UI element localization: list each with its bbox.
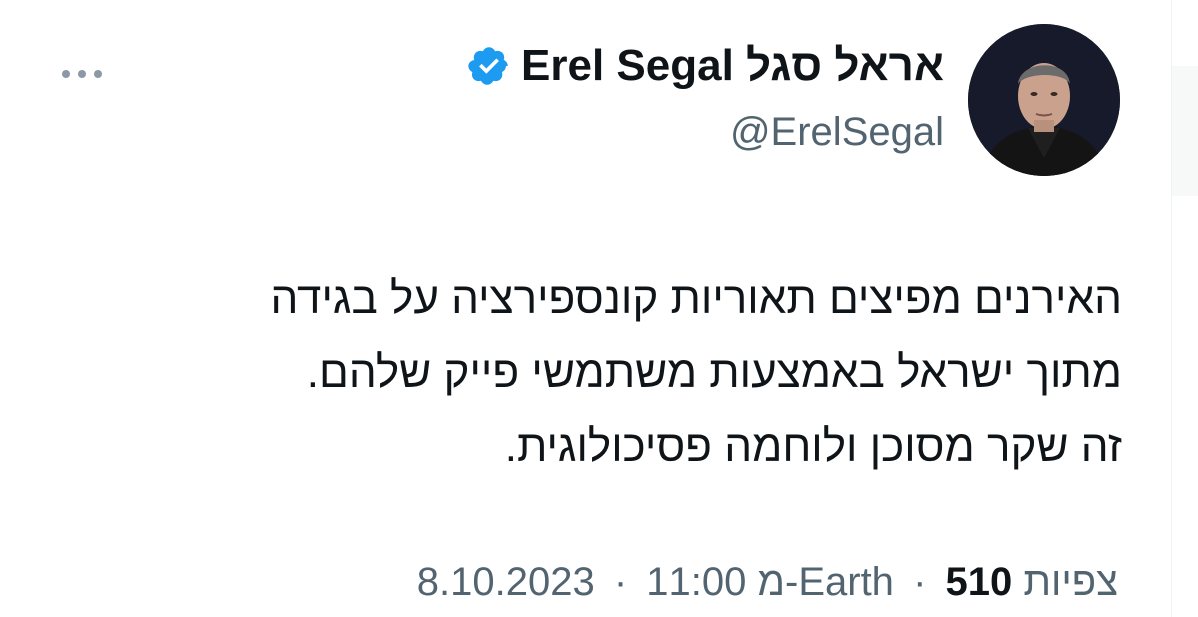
more-options-button[interactable] [62, 64, 102, 84]
tweet-text-line: מתוך ישראל באמצעות משתמשי פייק שלהם. [306, 348, 1122, 397]
more-dots-icon [94, 70, 102, 78]
avatar[interactable] [968, 24, 1120, 176]
more-dots-icon [62, 70, 70, 78]
side-panel-edge [1172, 66, 1198, 196]
views-label: צפיות [1023, 560, 1118, 604]
meta-separator: · [913, 560, 927, 604]
side-column-edge [1171, 0, 1198, 617]
tweet-time[interactable]: 11:00 מ-Earth [646, 560, 894, 604]
tweet-text: האירנים מפיצים תאוריות קונספירציה על בגי… [102, 262, 1122, 484]
avatar-photo [968, 24, 1120, 176]
meta-separator: · [613, 560, 628, 604]
author-handle[interactable]: @ErelSegal [730, 112, 944, 152]
more-dots-icon [78, 70, 86, 78]
tweet-header: Erel Segal אראל סגל @ErelSegal [40, 18, 1120, 178]
tweet-meta: צפיות 510 · 11:00 מ-Earth · 8.10.2023 [417, 562, 1118, 602]
tweet-date[interactable]: 8.10.2023 [417, 560, 595, 604]
verified-badge-icon [467, 44, 511, 88]
tweet-text-line: האירנים מפיצים תאוריות קונספירציה על בגי… [270, 274, 1122, 323]
tweet-text-line: זה שקר מסוכן ולוחמה פסיכולוגית. [504, 422, 1122, 471]
author-name-row[interactable]: Erel Segal אראל סגל [467, 44, 944, 88]
author-display-name: Erel Segal אראל סגל [521, 41, 944, 90]
tweet-page: Erel Segal אראל סגל @ErelSegal האירנים מ… [0, 0, 1198, 617]
views-count[interactable]: 510 [946, 560, 1013, 604]
